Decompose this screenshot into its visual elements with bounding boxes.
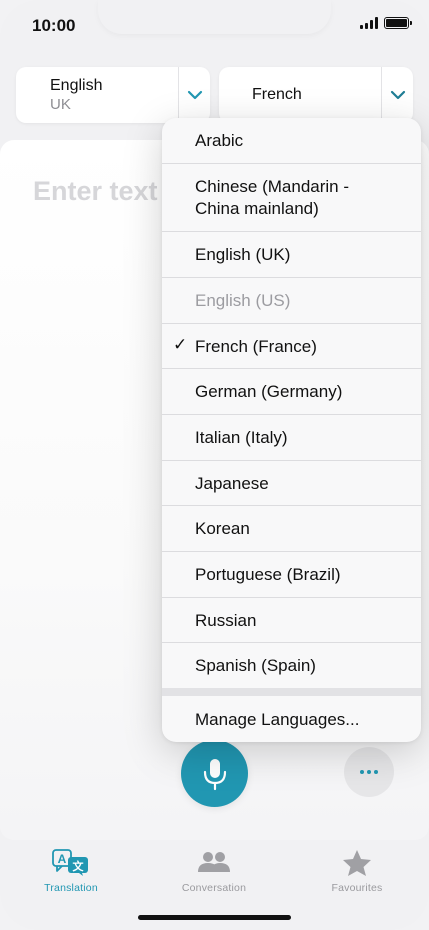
microphone-button[interactable]: [181, 740, 248, 807]
translate-icon: A 文: [16, 848, 126, 878]
menu-item-label: Japanese: [195, 474, 269, 493]
menu-item-label: English (US): [195, 291, 291, 310]
checkmark-icon: ✓: [173, 335, 188, 354]
manage-languages-item[interactable]: Manage Languages...: [162, 696, 421, 742]
menu-item-label: Korean: [195, 519, 250, 538]
menu-separator: [162, 688, 421, 696]
menu-item-label: Russian: [195, 611, 257, 630]
tab-label: Favourites: [331, 882, 383, 894]
tab-translation[interactable]: A 文 Translation: [16, 848, 126, 894]
menu-item-label: Spanish (Spain): [195, 656, 316, 675]
menu-item-label: Portuguese (Brazil): [195, 565, 341, 584]
microphone-icon: [203, 758, 226, 790]
battery-icon: [384, 17, 412, 29]
svg-text:文: 文: [73, 859, 85, 873]
menu-item-language[interactable]: Spanish (Spain): [162, 643, 421, 688]
menu-item-label: French (France): [195, 337, 317, 356]
menu-item-label: Italian (Italy): [195, 428, 288, 447]
manage-languages-label: Manage Languages...: [195, 710, 360, 729]
menu-item-language[interactable]: Chinese (Mandarin - China mainland): [162, 164, 421, 232]
menu-item-label: English (UK): [195, 245, 291, 264]
notch: [98, 0, 331, 34]
menu-item-language[interactable]: Italian (Italy): [162, 415, 421, 461]
target-language-name: French: [252, 86, 302, 103]
status-icons: [360, 17, 412, 29]
source-language-region: UK: [50, 96, 71, 113]
target-language-selector[interactable]: French: [219, 67, 413, 123]
status-bar: 10:00: [0, 0, 429, 52]
menu-item-language[interactable]: Korean: [162, 506, 421, 552]
tab-favourites[interactable]: Favourites: [302, 848, 412, 894]
home-indicator[interactable]: [138, 915, 291, 920]
source-language-name: English: [50, 77, 103, 94]
menu-item-label: German (Germany): [195, 382, 343, 401]
menu-item-language[interactable]: Arabic: [162, 118, 421, 164]
tab-conversation[interactable]: Conversation: [159, 848, 269, 894]
menu-item-label: Arabic: [195, 131, 244, 150]
phone-screen: 10:00 Enter text English UK French Arabi…: [0, 0, 429, 930]
svg-text:A: A: [58, 852, 67, 866]
chevron-down-icon[interactable]: [388, 85, 408, 105]
menu-item-language[interactable]: Portuguese (Brazil): [162, 552, 421, 598]
menu-item-language[interactable]: Japanese: [162, 461, 421, 506]
star-icon: [302, 848, 412, 878]
menu-item-label: Chinese (Mandarin - China mainland): [195, 177, 350, 218]
people-icon: [159, 848, 269, 878]
more-options-button[interactable]: [344, 747, 394, 797]
text-input-placeholder[interactable]: Enter text: [33, 176, 158, 207]
menu-item-language-selected[interactable]: ✓ French (France): [162, 324, 421, 369]
status-time: 10:00: [32, 16, 76, 35]
menu-item-language[interactable]: German (Germany): [162, 369, 421, 415]
divider: [381, 67, 382, 123]
menu-item-language[interactable]: English (UK): [162, 232, 421, 278]
tab-label: Conversation: [181, 882, 247, 894]
menu-item-language[interactable]: Russian: [162, 598, 421, 643]
language-bar: English UK French: [16, 67, 413, 123]
chevron-down-icon[interactable]: [185, 85, 205, 105]
tab-label: Translation: [44, 882, 98, 894]
source-language-selector[interactable]: English UK: [16, 67, 210, 123]
signal-icon: [360, 17, 378, 29]
menu-item-language: English (US): [162, 278, 421, 324]
divider: [178, 67, 179, 123]
language-dropdown-menu: Arabic Chinese (Mandarin - China mainlan…: [162, 118, 421, 742]
